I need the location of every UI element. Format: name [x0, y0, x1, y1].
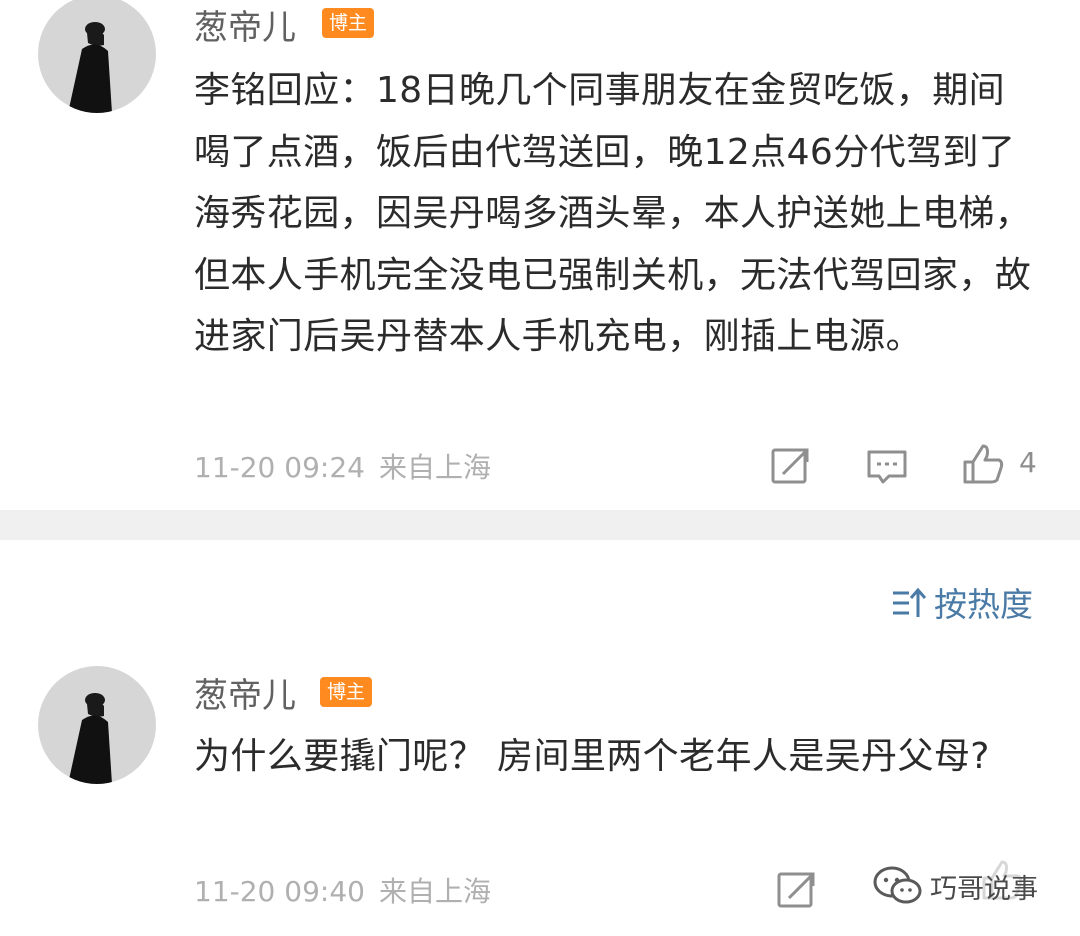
comment-meta: 11-20 09:40 来自上海: [194, 870, 505, 910]
comment-location: 来自上海: [378, 451, 491, 484]
comment-text: 李铭回应：18日晚几个同事朋友在金贸吃饭，期间喝了点酒，饭后由代驾送回，晚12点…: [194, 70, 1032, 357]
comment-location: 来自上海: [378, 875, 491, 908]
username[interactable]: 葱帝儿: [194, 0, 296, 49]
wechat-icon: [873, 866, 922, 904]
watermark: 巧哥说事: [872, 864, 1038, 912]
like-count: 4: [1019, 446, 1037, 479]
sort-label: 按热度: [934, 585, 1033, 624]
sort-icon: [893, 587, 927, 617]
blogger-badge: 博主: [320, 677, 373, 707]
silhouette-icon: [68, 693, 112, 784]
sort-by-hot-button[interactable]: 按热度: [890, 578, 1033, 624]
avatar[interactable]: [38, 666, 156, 784]
share-icon[interactable]: [775, 868, 819, 912]
silhouette-icon: [68, 22, 112, 113]
blogger-badge: 博主: [322, 8, 375, 38]
comment-meta: 11-20 09:24 来自上海: [194, 446, 505, 486]
comment-icon[interactable]: [865, 446, 909, 490]
share-icon[interactable]: [769, 444, 813, 488]
comment-text: 为什么要撬门呢？ 房间里两个老年人是吴丹父母?: [194, 736, 990, 777]
watermark-text: 巧哥说事: [930, 874, 1038, 905]
comment-date: 11-20 09:24: [194, 451, 365, 484]
section-divider: [0, 510, 1080, 540]
username[interactable]: 葱帝儿: [194, 668, 296, 717]
avatar[interactable]: [38, 0, 156, 113]
like-icon[interactable]: [961, 442, 1005, 486]
comment-date: 11-20 09:40: [194, 875, 365, 908]
